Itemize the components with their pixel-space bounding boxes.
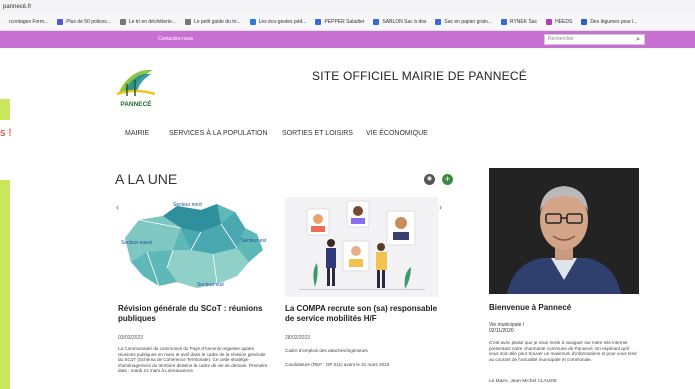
article-title-compa[interactable]: La COMPA recrute son (sa) responsable de… <box>285 304 445 324</box>
article-date-scot: 03/03/2023 <box>118 335 144 341</box>
bookmark-label: Des légumes pour l... <box>590 19 638 25</box>
section-title: A LA UNE <box>115 171 178 187</box>
welcome-text: C'est avec plaisir que je vous invite à … <box>489 340 637 362</box>
bookmark-label: Le tri en déchèterie... <box>128 19 176 25</box>
nav-mairie[interactable]: MAIRIE <box>125 130 149 137</box>
welcome-title[interactable]: Bienvenue à Pannecé <box>489 303 571 312</box>
article-excerpt-compa-line2: Candidature (REF : OP 011) avant le 31 m… <box>285 362 390 367</box>
tag-icon <box>500 19 507 25</box>
left-red-text: s ! <box>0 127 12 139</box>
search-icon[interactable]: ⌕ <box>636 35 640 44</box>
bookmark-item[interactable]: PEPPER Saladier <box>315 19 364 25</box>
bookmark-label: Plus de 50 polices... <box>66 19 111 25</box>
article-excerpt-scot: La Communauté de communes du Pays d'Ance… <box>118 346 268 373</box>
bookmark-item[interactable]: SABLON Sac à dos <box>373 19 426 25</box>
bookmark-label: Les éco-gestes péd... <box>258 19 307 25</box>
welcome-meta: Vie municipale / 02/11/2020 <box>489 322 524 334</box>
bookmark-item[interactable]: HEEDS <box>546 19 572 25</box>
tag-icon <box>315 19 322 25</box>
map-label-est: Secteur est <box>241 238 267 244</box>
page-icon <box>184 19 191 25</box>
tag-icon <box>373 19 380 25</box>
tag-icon <box>435 19 442 25</box>
add-button[interactable]: + <box>442 174 453 185</box>
bookmark-item[interactable]: Plus de 50 polices... <box>57 19 111 25</box>
bookmark-item[interactable]: RYNEK Sac <box>500 19 538 25</box>
address-bar[interactable]: pannecé.fr <box>0 0 695 14</box>
bookmark-item[interactable]: Le tri en déchèterie... <box>119 19 176 25</box>
bookmark-label: RYNEK Sac <box>509 19 538 25</box>
bookmark-item[interactable]: Les éco-gestes péd... <box>249 19 307 25</box>
scot-map-image[interactable]: Secteur nord Secteur ouest Secteur est S… <box>117 198 270 295</box>
k-icon <box>57 19 64 25</box>
nav-services[interactable]: SERVICES À LA POPULATION <box>169 130 268 137</box>
nav-sorties[interactable]: SORTIES ET LOISIRS <box>282 130 353 137</box>
search-placeholder: Rechercher <box>548 36 574 42</box>
none-icon <box>0 19 6 25</box>
rss-icon[interactable]: ◉ <box>424 174 435 185</box>
article-title-scot[interactable]: Révision générale du SCoT : réunions pub… <box>118 304 274 324</box>
welcome-date: 02/11/2020 <box>489 328 514 334</box>
bookmark-label: PEPPER Saladier <box>324 19 365 25</box>
bookmark-item[interactable]: Des légumes pour l... <box>581 19 638 25</box>
map-label-nord: Secteur nord <box>173 202 202 208</box>
e-icon <box>249 19 256 25</box>
article-date-compa: 28/02/2023 <box>285 335 311 341</box>
bookmark-label: SABLON Sac à dos <box>382 19 427 25</box>
site-title: SITE OFFICIEL MAIRIE DE PANNECÉ <box>312 69 527 83</box>
bookmark-item[interactable]: rcontages Form... <box>0 19 48 25</box>
carousel-next-button[interactable]: › <box>439 202 442 212</box>
nav-vie-economique[interactable]: VIE ÉCONOMIQUE <box>366 130 428 137</box>
bookmark-item[interactable]: Le petit guide du tri... <box>184 19 241 25</box>
bookmark-label: Le petit guide du tri... <box>193 19 241 25</box>
bookmark-label: HEEDS <box>555 19 573 25</box>
search-input[interactable]: Rechercher ⌕ <box>544 34 645 45</box>
mayor-signature: Le Maire, Jean-Michel CLAUDE <box>489 379 557 384</box>
recruitment-image[interactable] <box>285 197 438 297</box>
bookmark-item[interactable]: Sac en papier grain... <box>435 19 492 25</box>
map-label-ouest: Secteur ouest <box>121 240 152 246</box>
contact-link[interactable]: Contactez-nous <box>158 36 193 42</box>
bookmark-label: rcontages Form... <box>9 19 49 25</box>
leaf-icon <box>581 19 588 25</box>
map-label-sud: Secteur sud <box>197 282 224 288</box>
page-icon <box>119 19 126 25</box>
logo-text: PANNECÉ <box>120 99 152 108</box>
mayor-photo <box>489 168 639 294</box>
h-icon <box>546 19 553 25</box>
article-excerpt-compa-line1: Cadre d'emplois des attachés/ingénieurs <box>285 348 368 353</box>
bookmarks-bar: rcontages Form... Plus de 50 polices... Le… <box>0 14 695 31</box>
site-logo[interactable]: PANNECÉ <box>113 62 159 110</box>
bookmark-label: Sac en papier grain... <box>444 19 492 25</box>
